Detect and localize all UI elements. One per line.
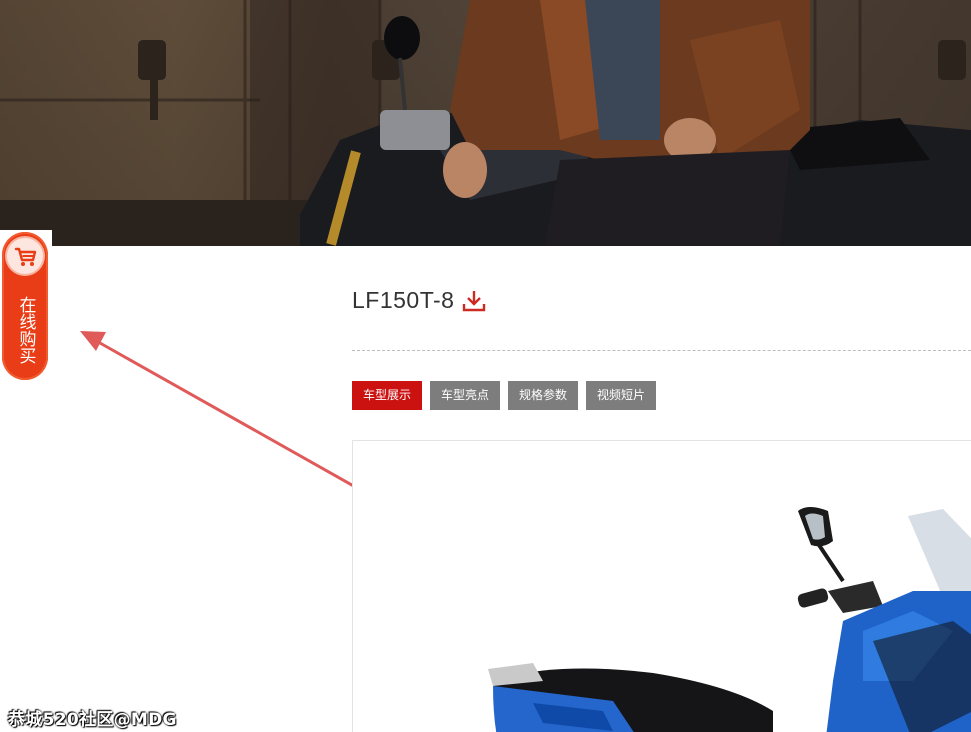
tab-video-clips[interactable]: 视频短片 (586, 381, 657, 410)
watermark-text: 恭城520社区@MDG (8, 710, 177, 730)
hero-banner (0, 0, 971, 246)
download-icon[interactable] (462, 289, 486, 313)
tab-model-highlights[interactable]: 车型亮点 (430, 381, 501, 410)
scooter-product-image (488, 507, 971, 732)
product-tabs: 车型展示 车型亮点 规格参数 视频短片 (352, 381, 657, 410)
hero-banner-photo (0, 0, 971, 246)
product-image-panel (352, 440, 971, 732)
shopping-cart-icon (7, 238, 43, 274)
product-page: 在线购买 LF150T-8 车型展示 车型亮点 规格参数 视频短片 恭城520社… (0, 0, 971, 732)
tab-specifications[interactable]: 规格参数 (508, 381, 579, 410)
product-title: LF150T-8 (352, 287, 486, 314)
online-buy-label: 在线购买 (15, 296, 36, 364)
product-model: LF150T-8 (352, 287, 455, 313)
online-buy-float-button[interactable]: 在线购买 (0, 230, 52, 383)
title-divider (352, 350, 971, 351)
online-buy-pill[interactable]: 在线购买 (2, 232, 48, 380)
tab-model-showcase[interactable]: 车型展示 (352, 381, 423, 410)
